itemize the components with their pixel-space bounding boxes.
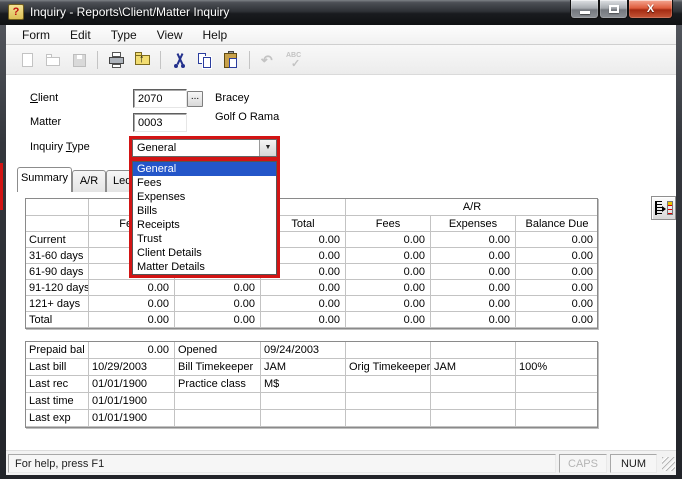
dropdown-option-trust[interactable]: Trust bbox=[133, 232, 276, 246]
col-header: Fees bbox=[346, 216, 431, 232]
row-label: 121+ days bbox=[26, 296, 89, 312]
window-title: Inquiry - Reports\Client/Matter Inquiry bbox=[30, 0, 229, 25]
row-label: 61-90 days bbox=[26, 264, 89, 280]
summary-table: A/R Fees Expenses Total Fees Expenses Ba… bbox=[25, 198, 598, 329]
maximize-button[interactable] bbox=[599, 0, 628, 19]
toolbar-separator bbox=[249, 51, 250, 69]
dropdown-option-fees[interactable]: Fees bbox=[133, 176, 276, 190]
status-message: For help, press F1 bbox=[8, 454, 556, 473]
col-header: Balance Due bbox=[516, 216, 598, 232]
minimize-button[interactable] bbox=[570, 0, 599, 19]
client-label: Client bbox=[30, 92, 58, 104]
close-button[interactable]: X bbox=[628, 0, 673, 19]
dropdown-option-matter-details[interactable]: Matter Details bbox=[133, 260, 276, 274]
paste-button[interactable] bbox=[219, 49, 243, 71]
tab-summary[interactable]: Summary bbox=[17, 167, 72, 192]
dropdown-option-bills[interactable]: Bills bbox=[133, 204, 276, 218]
toolbar: ↑ ↶ ABC✓ bbox=[6, 45, 676, 75]
matter-input[interactable]: 0003 bbox=[133, 113, 187, 132]
toolbar-separator bbox=[97, 51, 98, 69]
caps-indicator: CAPS bbox=[559, 454, 607, 473]
print-button[interactable] bbox=[104, 49, 128, 71]
copy-button[interactable] bbox=[193, 49, 217, 71]
new-button[interactable] bbox=[15, 49, 39, 71]
dropdown-option-receipts[interactable]: Receipts bbox=[133, 218, 276, 232]
menu-form[interactable]: Form bbox=[12, 26, 60, 44]
row-label: Current bbox=[26, 232, 89, 248]
app-icon[interactable]: ? bbox=[8, 4, 24, 20]
client-name-text: Bracey bbox=[215, 92, 249, 104]
inquiry-type-combobox[interactable]: General ▼ bbox=[132, 139, 277, 157]
row-label: 31-60 days bbox=[26, 248, 89, 264]
inquiry-type-dropdown-list: General Fees Expenses Bills Receipts Tru… bbox=[132, 161, 277, 275]
inquiry-type-label: Inquiry Type bbox=[30, 141, 90, 153]
minimize-icon bbox=[580, 11, 590, 14]
save-icon bbox=[73, 54, 86, 67]
spelling-button[interactable]: ABC✓ bbox=[282, 49, 306, 71]
tab-ar[interactable]: A/R bbox=[72, 170, 106, 192]
title-bar[interactable]: ? Inquiry - Reports\Client/Matter Inquir… bbox=[0, 0, 682, 25]
ar-group-header: A/R bbox=[346, 199, 598, 216]
col-header: Expenses bbox=[431, 216, 516, 232]
menu-bar: Form Edit Type View Help bbox=[6, 25, 676, 45]
inquiry-form: Client 2070 ... Bracey Matter 0003 Golf … bbox=[6, 75, 676, 450]
client-input[interactable]: 2070 bbox=[133, 89, 187, 108]
matter-name-text: Golf O Rama bbox=[215, 111, 279, 123]
cut-button[interactable] bbox=[167, 49, 191, 71]
undo-button[interactable]: ↶ bbox=[256, 49, 280, 71]
dropdown-option-expenses[interactable]: Expenses bbox=[133, 190, 276, 204]
open-button[interactable] bbox=[41, 49, 65, 71]
inquiry-type-dropdown-annotation-box: General Fees Expenses Bills Receipts Tru… bbox=[129, 158, 280, 278]
save-button[interactable] bbox=[67, 49, 91, 71]
dropdown-option-general[interactable]: General bbox=[133, 162, 276, 176]
row-label: 91-120 days bbox=[26, 280, 89, 296]
inquiry-type-value: General bbox=[133, 140, 259, 156]
chevron-down-icon[interactable]: ▼ bbox=[259, 140, 276, 156]
num-indicator: NUM bbox=[610, 454, 657, 473]
inquiry-type-annotation-box: General ▼ bbox=[129, 136, 280, 160]
client-area: Form Edit Type View Help ↑ ↶ ABC✓ Client… bbox=[6, 25, 676, 475]
dropdown-option-client-details[interactable]: Client Details bbox=[133, 246, 276, 260]
new-document-icon bbox=[22, 53, 33, 67]
row-label: Total bbox=[26, 312, 89, 328]
client-browse-button[interactable]: ... bbox=[187, 91, 203, 107]
menu-view[interactable]: View bbox=[147, 26, 193, 44]
status-bar: For help, press F1 CAPS NUM bbox=[6, 450, 676, 475]
maximize-icon bbox=[609, 5, 619, 13]
annotation-red-edge bbox=[0, 163, 3, 210]
matter-label: Matter bbox=[30, 116, 61, 128]
detail-view-button[interactable] bbox=[651, 196, 676, 220]
matter-info-table: Prepaid bal 0.00 Opened 09/24/2003 Last … bbox=[25, 341, 598, 428]
preview-button[interactable]: ↑ bbox=[130, 49, 154, 71]
close-icon: X bbox=[629, 0, 672, 18]
menu-type[interactable]: Type bbox=[101, 26, 147, 44]
resize-grip[interactable] bbox=[662, 457, 675, 471]
menu-edit[interactable]: Edit bbox=[60, 26, 101, 44]
toolbar-separator bbox=[160, 51, 161, 69]
undo-icon: ↶ bbox=[261, 52, 273, 69]
menu-help[interactable]: Help bbox=[193, 26, 238, 44]
app-window: ? Inquiry - Reports\Client/Matter Inquir… bbox=[0, 0, 682, 479]
list-detail-icon bbox=[655, 201, 662, 215]
